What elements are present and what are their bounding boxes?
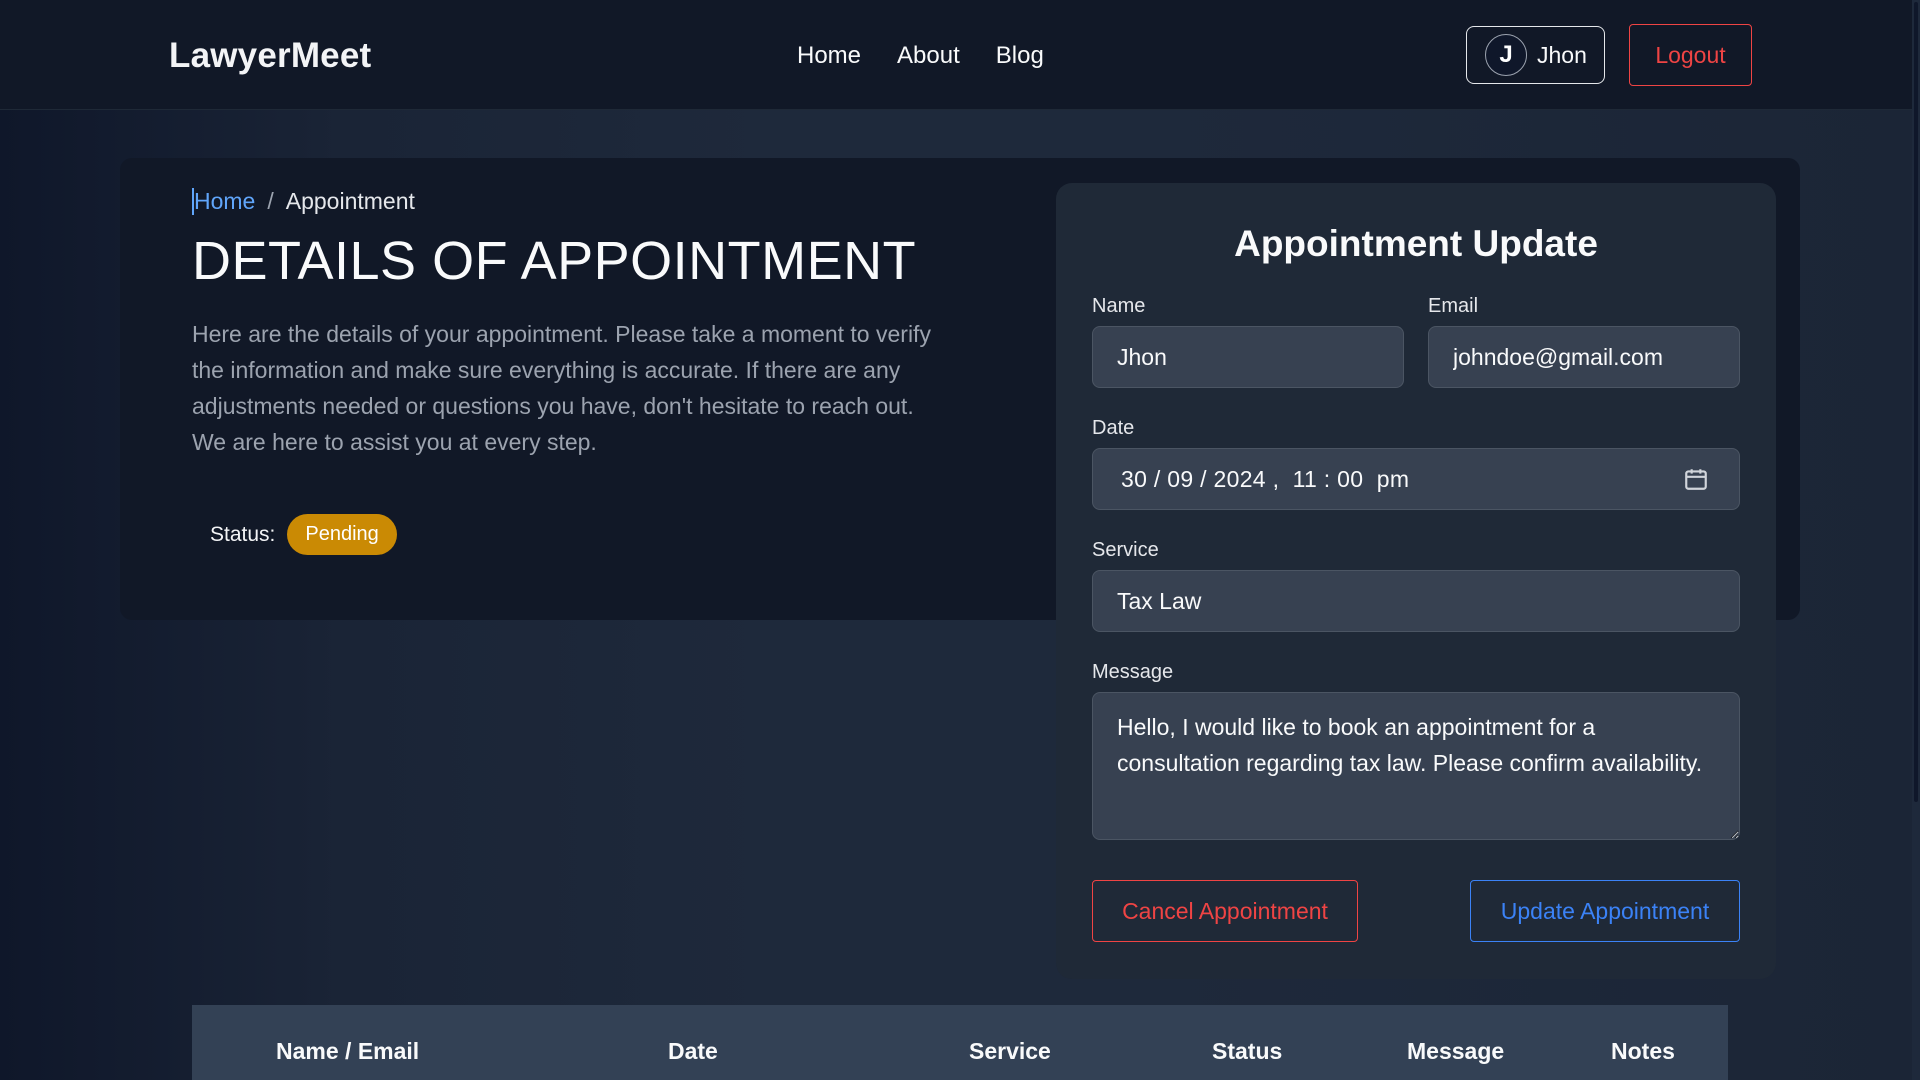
column-header-status: Status	[1212, 1038, 1283, 1064]
page-title: DETAILS OF APPOINTMENT	[192, 231, 917, 291]
datetime-input[interactable]: 30 / 09 / 2024 , 11 : 00 pm	[1092, 448, 1740, 510]
column-header-notes: Notes	[1611, 1038, 1675, 1064]
column-header-date: Date	[668, 1038, 718, 1064]
name-label: Name	[1092, 295, 1146, 317]
breadcrumb: Home / Appointment	[192, 188, 415, 215]
page: LawyerMeet Home About Blog J Jhon Logout…	[0, 0, 1920, 1080]
update-appointment-button[interactable]: Update Appointment	[1470, 880, 1740, 942]
message-label: Message	[1092, 661, 1174, 683]
form-title: Appointment Update	[1234, 223, 1598, 264]
intro-text: Here are the details of your appointment…	[192, 321, 931, 455]
date-label: Date	[1092, 417, 1135, 439]
nav-link-blog[interactable]: Blog	[996, 42, 1044, 70]
calendar-icon[interactable]	[1683, 466, 1709, 492]
appointment-update-form: Appointment Update Name Email Date 30 / …	[1056, 183, 1776, 979]
service-input[interactable]	[1092, 570, 1740, 632]
site-logo[interactable]: LawyerMeet	[169, 36, 371, 76]
scrollbar-thumb[interactable]	[1914, 2, 1918, 802]
service-label: Service	[1092, 539, 1159, 561]
avatar: J	[1485, 34, 1527, 76]
message-textarea[interactable]: Hello, I would like to book an appointme…	[1092, 692, 1740, 840]
name-input[interactable]	[1092, 326, 1404, 388]
column-header-name-email: Name / Email	[276, 1038, 420, 1064]
user-profile-button[interactable]: J Jhon	[1466, 26, 1605, 84]
breadcrumb-current: Appointment	[285, 188, 415, 214]
status-label: Status:	[210, 522, 276, 546]
cancel-appointment-button[interactable]: Cancel Appointment	[1092, 880, 1358, 942]
main-nav: Home About Blog	[797, 42, 1044, 70]
breadcrumb-separator: /	[267, 188, 274, 214]
status-row: Status: Pending	[210, 514, 397, 555]
email-label: Email	[1428, 295, 1479, 317]
email-input[interactable]	[1428, 326, 1740, 388]
user-name: Jhon	[1537, 41, 1587, 68]
status-badge: Pending	[287, 514, 397, 555]
datetime-value: 30 / 09 / 2024 , 11 : 00 pm	[1121, 465, 1410, 492]
nav-link-home[interactable]: Home	[797, 42, 861, 70]
column-header-service: Service	[969, 1038, 1051, 1064]
nav-link-about[interactable]: About	[897, 42, 960, 70]
top-navbar: LawyerMeet Home About Blog J Jhon Logout	[0, 0, 1920, 110]
appointments-table-header: Name / Email Date Service Status Message…	[192, 1005, 1728, 1080]
logout-button[interactable]: Logout	[1629, 24, 1752, 86]
breadcrumb-home-link[interactable]: Home	[192, 188, 255, 215]
column-header-message: Message	[1407, 1038, 1505, 1064]
